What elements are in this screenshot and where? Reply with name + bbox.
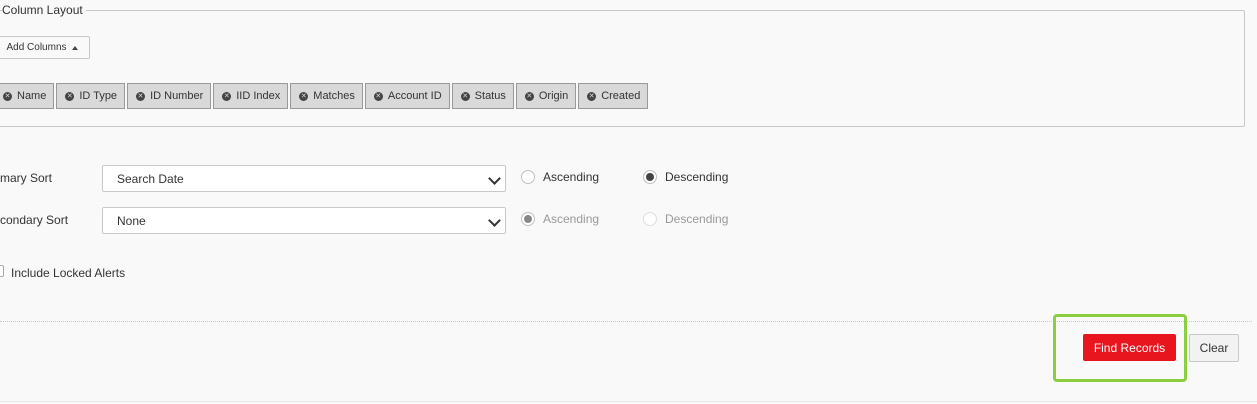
remove-column-icon[interactable]: ✕ [136, 91, 146, 101]
secondary-ascending-radio[interactable] [521, 212, 535, 226]
column-chip-iid-index[interactable]: ✕ IID Index [213, 83, 289, 109]
secondary-descending-label: Descending [665, 212, 729, 226]
remove-column-icon[interactable]: ✕ [3, 91, 12, 101]
remove-column-icon[interactable]: ✕ [65, 91, 75, 101]
column-chip-origin[interactable]: ✕ Origin [515, 83, 577, 109]
secondary-sort-select[interactable]: None [102, 207, 506, 234]
chevron-down-icon [488, 172, 501, 185]
column-chip-account-id[interactable]: ✕ Account ID [364, 83, 450, 109]
primary-sort-select[interactable]: Search Date [102, 165, 506, 192]
remove-column-icon[interactable]: ✕ [373, 91, 383, 101]
column-chip-created[interactable]: ✕ Created [578, 83, 649, 109]
primary-sort-ascending[interactable]: Ascending [521, 170, 599, 184]
caret-up-icon [71, 45, 78, 50]
remove-column-icon[interactable]: ✕ [587, 91, 597, 101]
chevron-down-icon [488, 214, 501, 227]
secondary-sort-label: condary Sort [0, 213, 69, 227]
add-columns-button[interactable]: Add Columns [0, 36, 90, 59]
remove-column-icon[interactable]: ✕ [299, 91, 309, 101]
column-layout-legend: Column Layout [2, 3, 86, 17]
secondary-descending-radio[interactable] [643, 212, 657, 226]
include-locked-label: Include Locked Alerts [11, 266, 126, 280]
secondary-sort-ascending[interactable]: Ascending [521, 212, 599, 226]
include-locked-checkbox[interactable] [0, 265, 4, 277]
find-records-button[interactable]: Find Records [1083, 334, 1176, 361]
remove-column-icon[interactable]: ✕ [524, 91, 534, 101]
column-chip-label: Origin [538, 90, 569, 102]
primary-sort-value: Search Date [117, 171, 184, 186]
column-chip-status[interactable]: ✕ Status [451, 83, 514, 109]
column-chip-label: ID Type [79, 90, 118, 102]
column-chips: ✕ Name ✕ ID Type ✕ ID Number ✕ IID Index ✕ Ma… [0, 83, 649, 109]
column-chip-label: Name [17, 90, 47, 102]
column-chip-label: Created [601, 90, 641, 102]
column-layout-fieldset [0, 10, 1245, 127]
primary-sort-descending[interactable]: Descending [643, 170, 728, 184]
remove-column-icon[interactable]: ✕ [222, 91, 232, 101]
column-chip-label: Account ID [387, 90, 442, 102]
clear-button[interactable]: Clear [1189, 334, 1239, 362]
remove-column-icon[interactable]: ✕ [460, 91, 470, 101]
primary-ascending-radio[interactable] [521, 170, 535, 184]
secondary-sort-value: None [117, 213, 146, 228]
column-chip-label: Status [474, 90, 506, 102]
primary-descending-radio[interactable] [643, 170, 657, 184]
secondary-ascending-label: Ascending [543, 212, 600, 226]
primary-descending-label: Descending [665, 170, 729, 184]
primary-sort-label: mary Sort [0, 171, 53, 185]
column-chip-matches[interactable]: ✕ Matches [290, 83, 363, 109]
column-chip-id-number[interactable]: ✕ ID Number [127, 83, 212, 109]
primary-ascending-label: Ascending [543, 170, 600, 184]
add-columns-label: Add Columns [6, 42, 67, 53]
column-chip-name[interactable]: ✕ Name [0, 83, 55, 109]
column-chip-label: Matches [313, 90, 355, 102]
bottom-divider [0, 401, 1257, 402]
column-chip-label: ID Number [150, 90, 204, 102]
column-chip-id-type[interactable]: ✕ ID Type [56, 83, 126, 109]
secondary-sort-descending[interactable]: Descending [643, 212, 728, 226]
column-chip-label: IID Index [236, 90, 281, 102]
